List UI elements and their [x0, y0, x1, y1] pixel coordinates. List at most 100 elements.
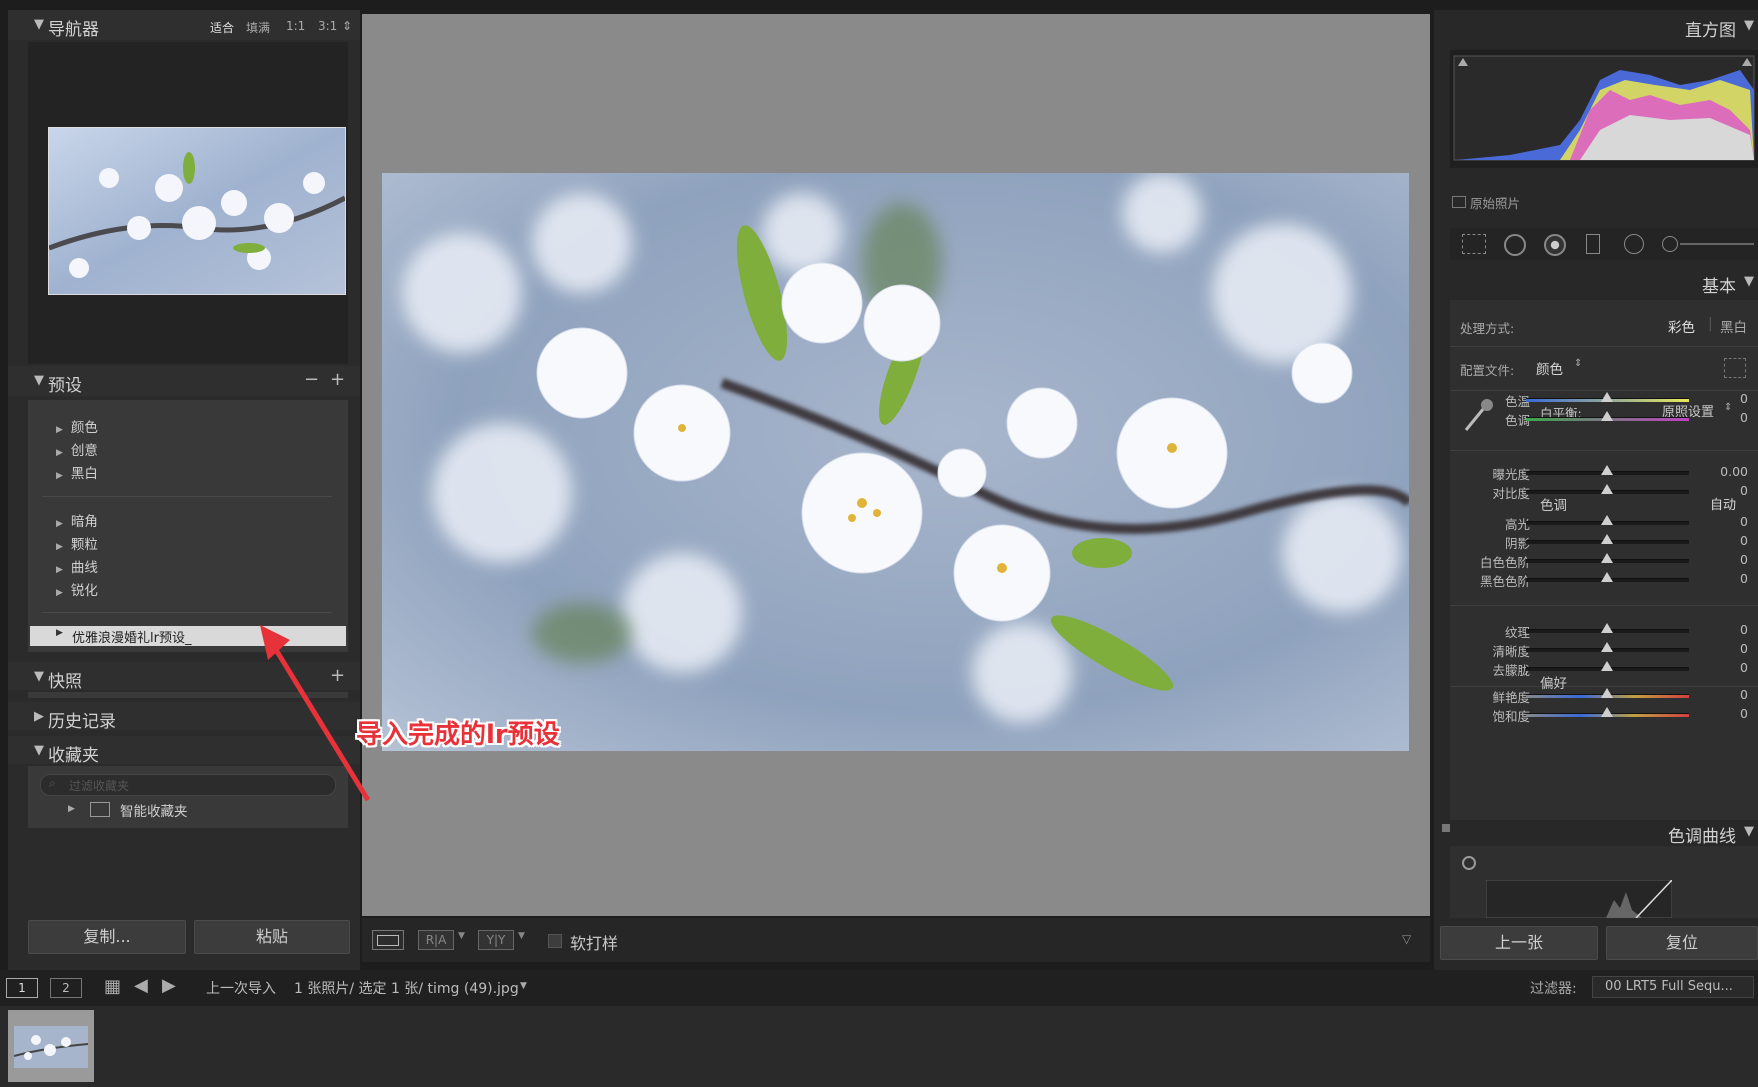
smart-collection-label[interactable]: 智能收藏夹: [120, 800, 188, 820]
radial-filter-icon[interactable]: [1624, 234, 1644, 254]
auto-tone-button[interactable]: 自动: [1710, 494, 1736, 513]
previous-button[interactable]: 上一张: [1440, 926, 1598, 960]
texture-value[interactable]: 0: [1740, 622, 1748, 637]
filmstrip-thumbnail[interactable]: [8, 1010, 94, 1082]
contrast-slider-knob[interactable]: [1601, 484, 1613, 494]
crop-tool-icon[interactable]: [1462, 234, 1486, 254]
preset-group-bw[interactable]: ▶ 黑白: [56, 462, 98, 482]
collapse-triangle-icon[interactable]: ▼: [1744, 274, 1754, 289]
profile-select[interactable]: 颜色: [1536, 358, 1563, 378]
saturation-value[interactable]: 0: [1740, 706, 1748, 721]
clarity-value[interactable]: 0: [1740, 641, 1748, 656]
red-eye-icon[interactable]: [1544, 234, 1566, 256]
preset-group-sharpen[interactable]: ▶ 锐化: [56, 579, 98, 599]
expand-triangle-icon[interactable]: ▶: [68, 804, 75, 814]
preset-group-creative[interactable]: ▶ 创意: [56, 439, 98, 459]
before-after-lr-button[interactable]: R|A: [418, 930, 454, 950]
collapse-triangle-icon[interactable]: ▼: [34, 743, 44, 758]
dehaze-value[interactable]: 0: [1740, 660, 1748, 675]
zoom-3to1-option[interactable]: 3:1: [318, 19, 337, 33]
tint-slider-knob[interactable]: [1601, 411, 1613, 421]
toolbar-menu-chevron-icon[interactable]: ▽: [1402, 932, 1411, 946]
temp-slider-knob[interactable]: [1601, 392, 1613, 402]
loupe-view-button[interactable]: [372, 930, 404, 950]
presets-header[interactable]: ▼ 预设 − +: [8, 366, 360, 396]
copy-button[interactable]: 复制...: [28, 920, 186, 954]
treatment-bw-option[interactable]: 黑白: [1720, 316, 1747, 336]
collapse-triangle-icon[interactable]: ▼: [1744, 824, 1754, 839]
main-photo[interactable]: [382, 173, 1409, 751]
preset-group-curve[interactable]: ▶ 曲线: [56, 556, 98, 576]
chevron-updown-icon[interactable]: ⇕: [1574, 358, 1582, 369]
collapse-triangle-icon[interactable]: ▼: [34, 669, 44, 684]
preset-group-color[interactable]: ▶ 颜色: [56, 416, 98, 436]
vibrance-slider-knob[interactable]: [1601, 688, 1613, 698]
blacks-slider-knob[interactable]: [1601, 572, 1613, 582]
dehaze-label: 去朦胧: [1492, 663, 1530, 678]
collapse-triangle-icon[interactable]: ▼: [34, 373, 44, 388]
grid-view-icon[interactable]: ▦: [104, 976, 121, 997]
softproof-checkbox[interactable]: [548, 934, 562, 948]
before-after-tb-button[interactable]: Y|Y: [478, 930, 514, 950]
filter-select[interactable]: 00 LRT5 Full Sequ...: [1592, 976, 1754, 998]
brush-size-slider[interactable]: [1680, 243, 1754, 245]
divider: [1450, 346, 1758, 347]
monitor-1-button[interactable]: 1: [6, 978, 38, 998]
chevron-down-icon[interactable]: ▼: [518, 931, 525, 941]
target-adjust-icon[interactable]: [1462, 856, 1476, 870]
whites-slider-knob[interactable]: [1601, 553, 1613, 563]
preset-group-grain[interactable]: ▶ 颗粒: [56, 533, 98, 553]
exposure-slider-knob[interactable]: [1601, 465, 1613, 475]
zoom-1to1-option[interactable]: 1:1: [286, 19, 305, 33]
chevron-down-icon[interactable]: ▼: [458, 931, 465, 941]
spot-removal-icon[interactable]: [1504, 234, 1526, 256]
highlights-value[interactable]: 0: [1740, 514, 1748, 529]
zoom-stepper-icon[interactable]: ⇕: [342, 19, 352, 33]
basic-title: 基本: [1702, 277, 1736, 297]
original-photo-checkbox[interactable]: [1452, 196, 1466, 208]
exposure-value[interactable]: 0.00: [1720, 464, 1748, 479]
treatment-color-option[interactable]: 彩色: [1668, 316, 1695, 336]
texture-label: 纹理: [1504, 625, 1530, 640]
temp-value[interactable]: 0: [1740, 391, 1748, 406]
reset-button[interactable]: 复位: [1606, 926, 1758, 960]
profile-browser-icon[interactable]: [1724, 358, 1746, 378]
dehaze-slider-knob[interactable]: [1601, 661, 1613, 671]
chevron-updown-icon[interactable]: ⇕: [1724, 402, 1732, 413]
navigator-thumbnail[interactable]: [48, 127, 346, 295]
highlights-slider-knob[interactable]: [1601, 515, 1613, 525]
add-preset-icon[interactable]: +: [330, 369, 345, 390]
smart-collection-icon: [90, 802, 110, 817]
texture-slider-knob[interactable]: [1601, 623, 1613, 633]
panel-toggle-icon[interactable]: [1442, 824, 1450, 832]
forward-arrow-icon[interactable]: ▶: [162, 975, 176, 996]
preset-group-vignette[interactable]: ▶ 暗角: [56, 510, 98, 530]
brush-icon[interactable]: [1662, 236, 1678, 252]
whites-value[interactable]: 0: [1740, 552, 1748, 567]
collapse-triangle-icon[interactable]: ▼: [34, 17, 44, 32]
zoom-fill-option[interactable]: 填满: [246, 19, 270, 36]
chevron-down-icon[interactable]: ▼: [520, 981, 527, 991]
navigator-header[interactable]: ▼ 导航器 适合 填满 1:1 3:1 ⇕: [8, 10, 360, 40]
zoom-fit-option[interactable]: 适合: [210, 19, 234, 36]
presets-title: 预设: [48, 376, 82, 396]
source-label[interactable]: 上一次导入: [206, 978, 276, 998]
back-arrow-icon[interactable]: ◀: [134, 975, 148, 996]
remove-preset-icon[interactable]: −: [304, 369, 319, 390]
expand-triangle-icon[interactable]: ▶: [34, 709, 44, 724]
blacks-value[interactable]: 0: [1740, 571, 1748, 586]
clarity-slider-knob[interactable]: [1601, 642, 1613, 652]
saturation-slider-knob[interactable]: [1601, 707, 1613, 717]
shadows-value[interactable]: 0: [1740, 533, 1748, 548]
paste-button[interactable]: 粘贴: [194, 920, 350, 954]
histogram[interactable]: [1450, 50, 1758, 168]
contrast-value[interactable]: 0: [1740, 483, 1748, 498]
photo-count-info[interactable]: 1 张照片/ 选定 1 张/ timg (49).jpg: [294, 978, 519, 998]
tint-value[interactable]: 0: [1740, 410, 1748, 425]
collapse-triangle-icon[interactable]: ▼: [1744, 18, 1754, 33]
vibrance-value[interactable]: 0: [1740, 687, 1748, 702]
monitor-2-button[interactable]: 2: [50, 978, 82, 998]
tone-curve-graph[interactable]: [1486, 880, 1672, 918]
shadows-slider-knob[interactable]: [1601, 534, 1613, 544]
graduated-filter-icon[interactable]: [1586, 234, 1600, 254]
